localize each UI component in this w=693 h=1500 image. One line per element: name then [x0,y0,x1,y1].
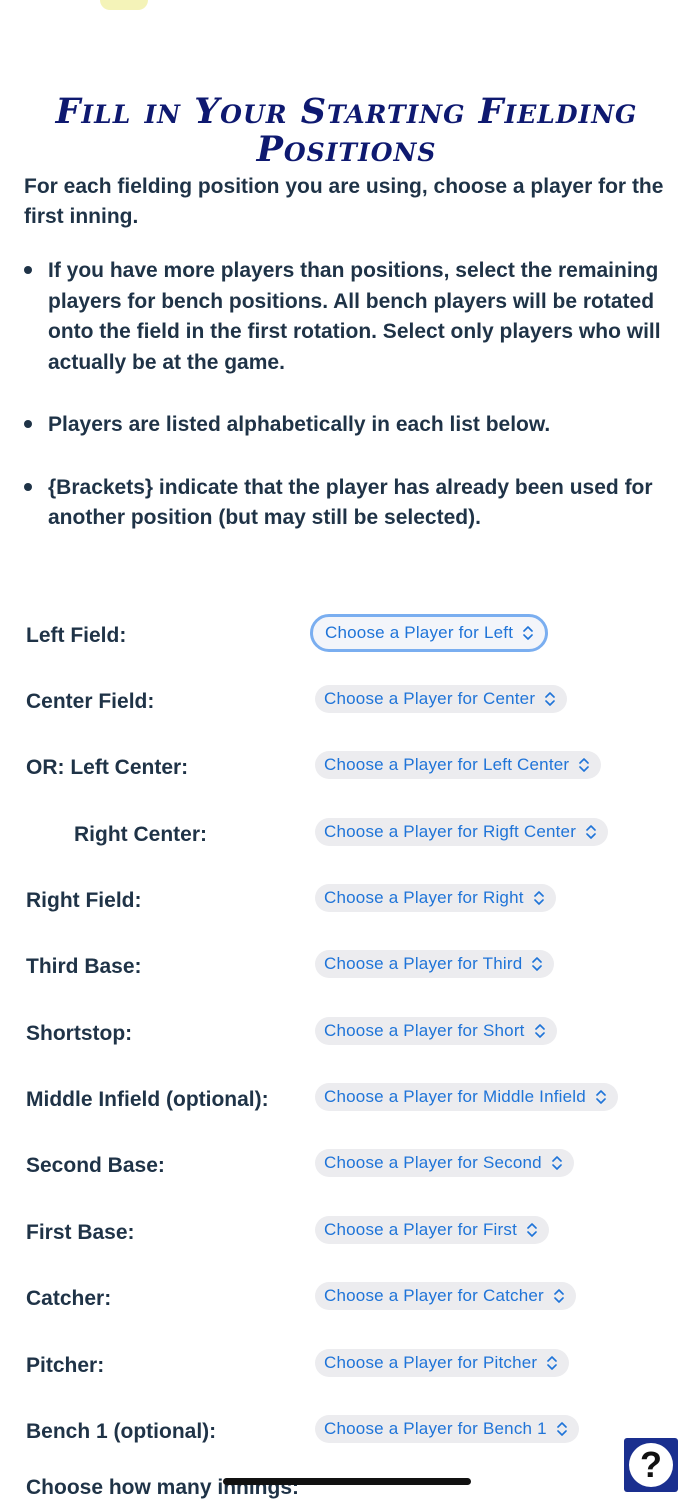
position-row-left-center: OR: Left Center: Choose a Player for Lef… [0,748,693,788]
right-field-select[interactable]: Choose a Player for Right [315,884,556,912]
select-value: Choose a Player for Left Center [324,755,570,774]
chevron-up-down-icon [586,825,596,839]
position-label: Center Field: [26,690,155,713]
select-value: Choose a Player for Middle Infield [324,1087,586,1106]
position-label: Right Center: [74,823,207,846]
position-row-first-base: First Base: Choose a Player for First [0,1213,693,1253]
position-label: Middle Infield (optional): [26,1088,269,1111]
logo-icon [100,0,148,10]
select-value: Choose a Player for Center [324,689,536,708]
chevron-up-down-icon [554,1289,564,1303]
position-label: Pitcher: [26,1354,105,1377]
position-label: OR: Left Center: [26,756,189,779]
left-field-select[interactable]: Choose a Player for Left [310,614,549,652]
third-base-select[interactable]: Choose a Player for Third [315,950,555,978]
right-center-select[interactable]: Choose a Player for Rigft Center [315,818,609,846]
position-row-catcher: Catcher: Choose a Player for Catcher [0,1279,693,1319]
bench-1-select[interactable]: Choose a Player for Bench 1 [315,1415,579,1443]
select-value: Choose a Player for Rigft Center [324,822,577,841]
position-label: Catcher: [26,1287,112,1310]
list-item: If you have more players than positions,… [24,256,669,378]
position-label: Shortstop: [26,1022,133,1045]
help-button[interactable]: ? [624,1438,678,1492]
chevron-up-down-icon [534,1024,545,1038]
position-row-second-base: Second Base: Choose a Player for Second [0,1146,693,1186]
note-text: Players are listed alphabetically in eac… [48,413,551,436]
question-mark-icon: ? [629,1443,673,1487]
bullet-icon [24,420,32,428]
position-label: Second Base: [26,1154,165,1177]
chevron-up-down-icon [532,957,543,971]
middle-infield-select[interactable]: Choose a Player for Middle Infield [315,1083,618,1111]
home-indicator[interactable] [223,1478,471,1485]
position-row-shortstop: Shortstop: Choose a Player for Short [0,1014,693,1054]
second-base-select[interactable]: Choose a Player for Second [315,1149,574,1177]
note-text: If you have more players than positions,… [48,259,661,374]
position-row-left-field: Left Field: Choose a Player for Left [0,614,693,656]
select-value: Choose a Player for Short [324,1021,525,1040]
bullet-icon [24,266,32,274]
position-row-bench-1: Bench 1 (optional): Choose a Player for … [0,1412,693,1452]
list-item: Players are listed alphabetically in eac… [24,410,669,441]
select-value: Choose a Player for Catcher [324,1286,544,1305]
chevron-up-down-icon [523,626,533,640]
position-row-center-field: Center Field: Choose a Player for Center [0,682,693,722]
position-label: Right Field: [26,889,142,912]
site-logo[interactable] [0,0,693,14]
select-value: Choose a Player for Right [324,888,524,907]
chevron-up-down-icon [533,891,544,905]
chevron-up-down-icon [552,1156,562,1170]
chevron-up-down-icon [545,692,556,706]
select-value: Choose a Player for Third [324,954,523,973]
position-row-middle-infield: Middle Infield (optional): Choose a Play… [0,1080,693,1120]
chevron-up-down-icon [596,1090,606,1104]
left-center-select[interactable]: Choose a Player for Left Center [315,751,602,779]
select-value: Choose a Player for Second [324,1153,542,1172]
chevron-up-down-icon [547,1356,558,1370]
position-row-right-field: Right Field: Choose a Player for Right [0,881,693,921]
note-text: {Brackets} indicate that the player has … [48,475,653,530]
shortstop-select[interactable]: Choose a Player for Short [315,1017,557,1045]
position-label: Third Base: [26,955,142,978]
bullet-icon [24,482,32,491]
catcher-select[interactable]: Choose a Player for Catcher [315,1282,576,1310]
position-row-third-base: Third Base: Choose a Player for Third [0,947,693,987]
center-field-select[interactable]: Choose a Player for Center [315,685,568,713]
position-label: Left Field: [26,624,127,647]
chevron-up-down-icon [556,1422,567,1436]
position-label: Bench 1 (optional): [26,1420,217,1443]
position-row-pitcher: Pitcher: Choose a Player for Pitcher [0,1346,693,1386]
list-item: {Brackets} indicate that the player has … [24,473,669,534]
instructions-list: If you have more players than positions,… [24,256,669,566]
page-title: Fill in Your Starting Fielding Positions [55,91,638,171]
position-label: First Base: [26,1221,135,1244]
intro-text: For each fielding position you are using… [24,175,664,228]
select-value: Choose a Player for Pitcher [324,1353,538,1372]
select-value: Choose a Player for First [324,1220,518,1239]
chevron-up-down-icon [527,1223,537,1237]
chevron-up-down-icon [579,758,590,772]
pitcher-select[interactable]: Choose a Player for Pitcher [315,1349,570,1377]
select-value: Choose a Player for Left [325,623,514,642]
first-base-select[interactable]: Choose a Player for First [315,1216,550,1244]
position-row-right-center: Right Center: Choose a Player for Rigft … [0,815,693,855]
select-value: Choose a Player for Bench 1 [324,1419,547,1438]
